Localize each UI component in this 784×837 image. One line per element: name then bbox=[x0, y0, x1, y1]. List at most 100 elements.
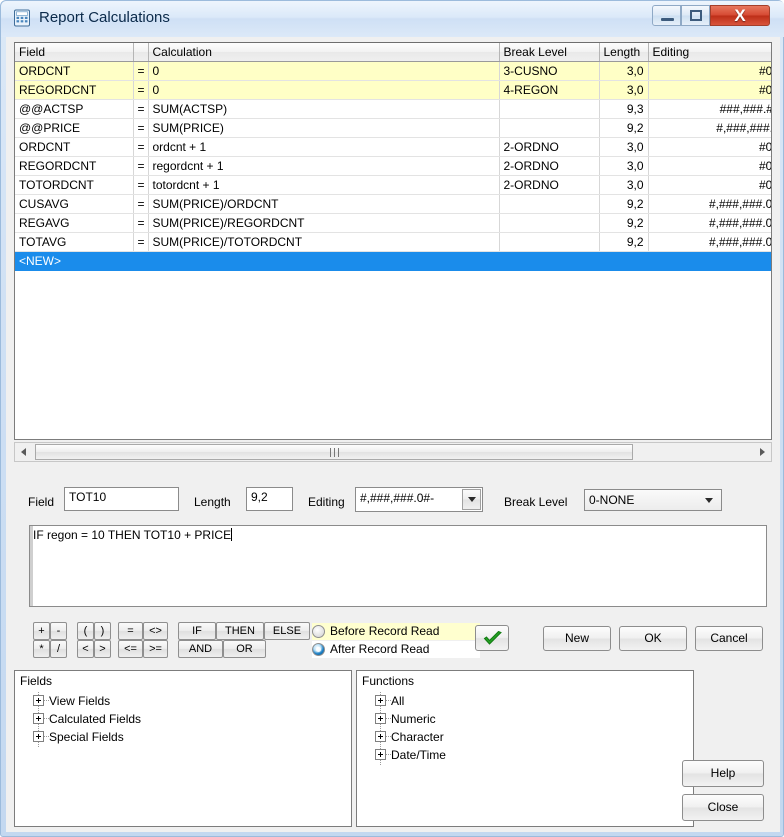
cell-equals[interactable]: = bbox=[133, 194, 149, 214]
cell-calculation[interactable]: SUM(PRICE)/REGORDCNT bbox=[148, 213, 500, 233]
validate-button[interactable] bbox=[475, 625, 509, 651]
expand-plus-icon[interactable] bbox=[33, 731, 44, 742]
op-lessthan-button[interactable]: < bbox=[77, 640, 94, 658]
fields-tree-node[interactable]: Calculated Fields bbox=[33, 710, 141, 728]
cell-length[interactable] bbox=[599, 251, 649, 271]
cell-calculation[interactable]: ordcnt + 1 bbox=[148, 137, 500, 157]
op-greaterthan-button[interactable]: > bbox=[94, 640, 111, 658]
table-row[interactable]: REGORDCNT=04-REGON3,0#0#- bbox=[15, 80, 771, 100]
scroll-left-icon[interactable] bbox=[15, 443, 33, 461]
cell-equals[interactable]: = bbox=[133, 213, 149, 233]
op-greaterequal-button[interactable]: >= bbox=[143, 640, 168, 658]
cell-length[interactable]: 3,0 bbox=[599, 80, 649, 100]
op-lparen-button[interactable]: ( bbox=[77, 622, 94, 640]
cell-length[interactable]: 9,3 bbox=[599, 99, 649, 119]
op-lessequal-button[interactable]: <= bbox=[118, 640, 143, 658]
table-row[interactable]: CUSAVG=SUM(PRICE)/ORDCNT 9,2#,###,###.0#- bbox=[15, 194, 771, 214]
cell-calculation[interactable]: totordcnt + 1 bbox=[148, 175, 500, 195]
cell-editing[interactable]: #0#- bbox=[648, 61, 771, 81]
minimize-button[interactable] bbox=[652, 5, 681, 26]
table-row[interactable]: REGORDCNT=regordcnt + 12-ORDNO3,0#0#- bbox=[15, 156, 771, 176]
cell-editing[interactable]: #,###,###.0#- bbox=[648, 232, 771, 252]
keyword-then-button[interactable]: THEN bbox=[216, 622, 264, 640]
fields-tree-panel[interactable]: Fields View Fields Calculated Fields Speci… bbox=[14, 670, 352, 827]
close-button[interactable]: Close bbox=[682, 794, 764, 821]
cell-break-level[interactable]: 2-ORDNO bbox=[499, 137, 600, 157]
cell-length[interactable]: 9,2 bbox=[599, 232, 649, 252]
cell-length[interactable]: 3,0 bbox=[599, 137, 649, 157]
cell-editing[interactable]: #,###,###.0#- bbox=[648, 194, 771, 214]
cell-length[interactable]: 3,0 bbox=[599, 156, 649, 176]
ok-button[interactable]: OK bbox=[619, 626, 687, 651]
cell-break-level[interactable] bbox=[499, 118, 600, 138]
expand-plus-icon[interactable] bbox=[375, 749, 386, 760]
table-row[interactable]: ORDCNT=ordcnt + 12-ORDNO3,0#0#- bbox=[15, 137, 771, 157]
table-row[interactable]: @@PRICE=SUM(PRICE) 9,2#,###,###.0; bbox=[15, 118, 771, 138]
cell-editing[interactable]: #,###,###.0#- bbox=[648, 213, 771, 233]
field-input[interactable]: TOT10 bbox=[64, 487, 179, 511]
cell-field[interactable]: CUSAVG bbox=[15, 194, 134, 214]
cell-break-level[interactable]: 2-ORDNO bbox=[499, 156, 600, 176]
break-level-combobox[interactable]: 0-NONE bbox=[584, 489, 722, 511]
column-header-equals[interactable]: = bbox=[133, 43, 149, 62]
cell-editing[interactable] bbox=[648, 251, 771, 271]
cell-equals[interactable]: = bbox=[133, 118, 149, 138]
scroll-right-icon[interactable] bbox=[753, 443, 771, 461]
table-row[interactable]: TOTORDCNT=totordcnt + 12-ORDNO3,0#0#- bbox=[15, 175, 771, 195]
cell-equals[interactable]: = bbox=[133, 156, 149, 176]
op-rparen-button[interactable]: ) bbox=[94, 622, 111, 640]
fields-tree-node[interactable]: Special Fields bbox=[33, 728, 124, 746]
maximize-button[interactable] bbox=[681, 5, 710, 26]
cell-editing[interactable]: #0#- bbox=[648, 175, 771, 195]
cell-calculation[interactable]: SUM(ACTSP) bbox=[148, 99, 500, 119]
cell-calculation[interactable]: SUM(PRICE) bbox=[148, 118, 500, 138]
table-row[interactable]: ORDCNT=03-CUSNO3,0#0#- bbox=[15, 61, 771, 81]
cell-calculation[interactable]: SUM(PRICE)/ORDCNT bbox=[148, 194, 500, 214]
op-minus-button[interactable]: - bbox=[50, 622, 67, 640]
cell-break-level[interactable]: 3-CUSNO bbox=[499, 61, 600, 81]
cell-calculation[interactable]: 0 bbox=[148, 61, 500, 81]
cell-equals[interactable]: = bbox=[133, 137, 149, 157]
cell-editing[interactable]: #0#- bbox=[648, 156, 771, 176]
cell-field[interactable]: REGORDCNT bbox=[15, 80, 134, 100]
cell-break-level[interactable] bbox=[499, 99, 600, 119]
keyword-or-button[interactable]: OR bbox=[223, 640, 266, 658]
expand-plus-icon[interactable] bbox=[33, 713, 44, 724]
cell-break-level[interactable]: 2-ORDNO bbox=[499, 175, 600, 195]
cell-length[interactable]: 9,2 bbox=[599, 118, 649, 138]
help-button[interactable]: Help bbox=[682, 760, 764, 787]
column-header-calculation[interactable]: Calculation bbox=[148, 43, 500, 62]
expand-plus-icon[interactable] bbox=[33, 695, 44, 706]
functions-tree-panel[interactable]: Functions All Numeric Character Date/Time bbox=[356, 670, 694, 827]
column-header-field[interactable]: Field bbox=[15, 43, 134, 62]
op-plus-button[interactable]: + bbox=[33, 622, 50, 640]
column-header-break-level[interactable]: Break Level bbox=[499, 43, 600, 62]
table-row[interactable]: TOTAVG = SUM(PRICE)/TOTORDCNT 9,2 #,###,###.… bbox=[15, 232, 771, 252]
cell-length[interactable]: 3,0 bbox=[599, 175, 649, 195]
cell-calculation[interactable] bbox=[148, 251, 500, 271]
cell-equals[interactable]: = bbox=[133, 232, 149, 252]
keyword-and-button[interactable]: AND bbox=[178, 640, 223, 658]
cell-equals[interactable]: = bbox=[133, 61, 149, 81]
cell-field[interactable]: @@PRICE bbox=[15, 118, 134, 138]
keyword-if-button[interactable]: IF bbox=[178, 622, 216, 640]
table-row[interactable]: REGAVG = SUM(PRICE)/REGORDCNT 9,2 #,###,###.… bbox=[15, 213, 771, 233]
keyword-else-button[interactable]: ELSE bbox=[264, 622, 310, 640]
cell-field[interactable]: REGORDCNT bbox=[15, 156, 134, 176]
fields-tree-node[interactable]: View Fields bbox=[33, 692, 110, 710]
editing-combobox[interactable]: #,###,###.0#- bbox=[355, 487, 483, 512]
cell-calculation[interactable]: SUM(PRICE)/TOTORDCNT bbox=[148, 232, 500, 252]
functions-tree-node[interactable]: Date/Time bbox=[375, 746, 446, 764]
close-window-button[interactable]: X bbox=[710, 5, 770, 26]
expand-plus-icon[interactable] bbox=[375, 695, 386, 706]
cell-field[interactable]: <NEW> bbox=[15, 251, 134, 271]
cell-field[interactable]: @@ACTSP bbox=[15, 99, 134, 119]
op-multiply-button[interactable]: * bbox=[33, 640, 50, 658]
expression-textarea[interactable]: IF regon = 10 THEN TOT10 + PRICE bbox=[29, 525, 767, 607]
cell-length[interactable]: 9,2 bbox=[599, 213, 649, 233]
functions-tree-node[interactable]: Character bbox=[375, 728, 444, 746]
functions-tree-node[interactable]: All bbox=[375, 692, 404, 710]
table-row[interactable]: <NEW> bbox=[15, 251, 771, 271]
cell-length[interactable]: 3,0 bbox=[599, 61, 649, 81]
cell-break-level[interactable] bbox=[499, 213, 600, 233]
